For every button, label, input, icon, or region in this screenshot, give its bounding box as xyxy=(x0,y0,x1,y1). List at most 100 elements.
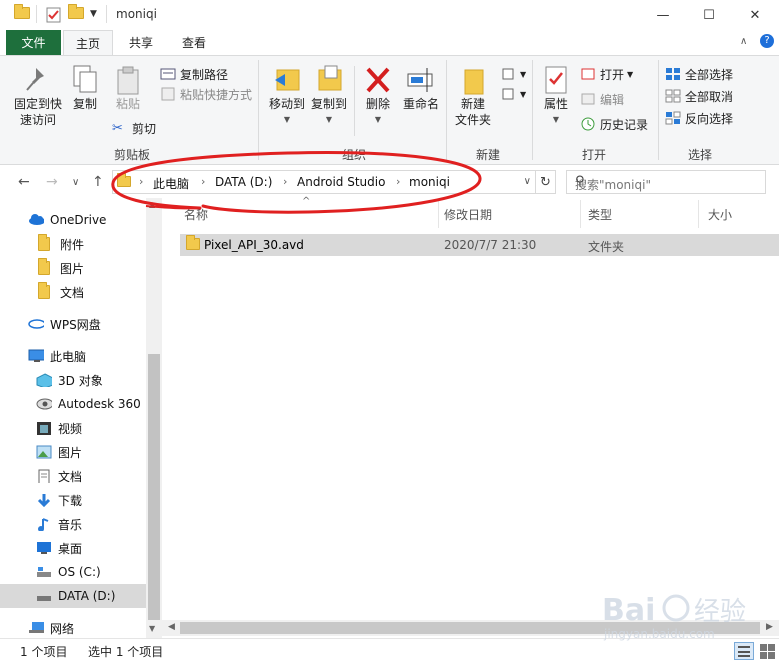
pin-quick-access-button[interactable]: 固定到快 速访问 xyxy=(10,64,66,128)
nav-label: 音乐 xyxy=(58,517,83,532)
breadcrumb-android-studio[interactable]: Android Studio xyxy=(297,175,385,189)
nav-item-drive-d[interactable]: DATA (D:) xyxy=(0,584,146,608)
cut-label: 剪切 xyxy=(132,121,157,136)
new-folder-icon xyxy=(464,69,484,95)
copy-label: 复制 xyxy=(72,97,97,111)
nav-label: 此电脑 xyxy=(50,349,87,364)
edit-button[interactable]: 编辑 xyxy=(580,89,624,109)
paste-label: 粘贴 xyxy=(115,97,140,111)
properties-label: 属性 xyxy=(543,97,568,111)
file-type: 文件夹 xyxy=(588,240,625,254)
ribbon-tabs: 文件 主页 共享 查看 ∧ ? xyxy=(0,30,779,55)
new-group-label: 新建 xyxy=(476,148,501,162)
column-divider[interactable] xyxy=(438,200,439,228)
column-header-size[interactable]: 大小 xyxy=(708,206,732,223)
select-all-icon xyxy=(666,68,680,80)
nav-label: 下载 xyxy=(58,493,83,508)
new-folder-button[interactable]: 新建 文件夹 xyxy=(452,64,494,128)
paste-button[interactable]: 粘贴 xyxy=(108,64,148,112)
quick-access-dropdown-icon[interactable]: ▼ xyxy=(90,9,106,23)
copy-button[interactable]: 复制 xyxy=(68,64,102,112)
breadcrumb-data-d[interactable]: DATA (D:) xyxy=(215,175,272,189)
close-button[interactable]: ✕ xyxy=(732,0,778,30)
address-bar[interactable]: › 此电脑 › DATA (D:) › Android Studio › mon… xyxy=(112,170,536,194)
scroll-down-arrow-icon[interactable]: ▼ xyxy=(149,624,155,633)
open-dropdown-icon: ▼ xyxy=(627,69,634,79)
scroll-left-arrow-icon[interactable]: ◀ xyxy=(168,622,175,632)
easy-access-dropdown-icon: ▼ xyxy=(520,89,527,99)
copy-to-label: 复制到 xyxy=(310,97,347,111)
cut-button[interactable]: ✂ 剪切 xyxy=(112,118,156,138)
copy-icon xyxy=(73,65,97,93)
easy-access-button[interactable]: ▼ xyxy=(500,84,526,104)
invert-selection-label: 反向选择 xyxy=(685,111,734,126)
up-arrow-icon[interactable]: ↑ xyxy=(92,174,104,190)
move-to-dropdown-icon: ▼ xyxy=(283,115,291,124)
large-icons-view-icon[interactable] xyxy=(758,642,776,660)
desktop-icon xyxy=(37,542,51,554)
tab-home[interactable]: 主页 xyxy=(63,30,113,55)
paste-shortcut-button[interactable]: 粘贴快捷方式 xyxy=(160,84,252,104)
maximize-button[interactable]: ☐ xyxy=(686,0,732,30)
nav-label: 附件 xyxy=(60,237,85,252)
rename-button[interactable]: 重命名 xyxy=(400,64,442,112)
history-button[interactable]: 历史记录 xyxy=(580,114,648,134)
select-all-label: 全部选择 xyxy=(685,67,734,82)
rename-label: 重命名 xyxy=(402,97,439,111)
table-row[interactable]: Pixel_API_30.avd 2020/7/7 21:30 文件夹 xyxy=(180,234,779,256)
forward-arrow-icon[interactable]: → xyxy=(46,174,58,190)
recent-locations-chevron-icon[interactable]: ∨ xyxy=(72,177,79,188)
search-input[interactable]: 搜索"moniqi" ⚲ xyxy=(566,170,766,194)
help-icon[interactable]: ? xyxy=(760,34,774,48)
select-none-icon xyxy=(665,89,681,103)
breadcrumb-moniqi[interactable]: moniqi xyxy=(409,175,450,189)
organize-group-label: 组织 xyxy=(342,148,367,162)
clipboard-group-label: 剪贴板 xyxy=(114,148,151,162)
horizontal-scrollbar-thumb[interactable] xyxy=(180,622,760,634)
copy-path-button[interactable]: 复制路径 xyxy=(160,64,228,84)
rename-icon xyxy=(407,68,433,92)
history-icon xyxy=(581,117,595,131)
move-to-button[interactable]: 移动到 ▼ xyxy=(266,64,308,128)
copy-to-dropdown-icon: ▼ xyxy=(325,115,333,124)
scroll-up-arrow-icon[interactable]: ▲ xyxy=(149,200,155,209)
column-header-type[interactable]: 类型 xyxy=(588,206,612,223)
film-icon xyxy=(37,422,51,435)
nav-scrollbar-thumb[interactable] xyxy=(148,354,160,620)
properties-button[interactable]: 属性 ▼ xyxy=(538,64,574,128)
group-separator xyxy=(258,60,259,160)
breadcrumb-this-pc[interactable]: 此电脑 xyxy=(153,175,189,192)
refresh-icon[interactable]: ↻ xyxy=(536,170,556,194)
tab-file[interactable]: 文件 xyxy=(6,30,61,55)
address-dropdown-icon[interactable]: ∨ xyxy=(524,176,531,187)
copy-to-button[interactable]: 复制到 ▼ xyxy=(308,64,350,128)
open-label: 打开 xyxy=(600,67,625,82)
column-divider[interactable] xyxy=(698,200,699,228)
new-folder-quick-icon[interactable] xyxy=(68,4,84,21)
back-arrow-icon[interactable]: ← xyxy=(18,174,30,190)
new-item-button[interactable]: ▼ xyxy=(500,64,526,84)
network-icon xyxy=(29,622,44,633)
scroll-right-arrow-icon[interactable]: ▶ xyxy=(766,622,773,632)
delete-button[interactable]: 删除 ▼ xyxy=(362,64,394,128)
properties-checkmark-icon[interactable] xyxy=(46,7,62,23)
nav-label: 文档 xyxy=(58,469,83,484)
open-button[interactable]: 打开 ▼ xyxy=(580,64,633,84)
column-header-modified[interactable]: 修改日期 xyxy=(444,206,492,223)
select-none-button[interactable]: 全部取消 xyxy=(665,86,733,106)
tab-view[interactable]: 查看 xyxy=(168,30,220,55)
tab-share[interactable]: 共享 xyxy=(114,30,168,55)
file-name: Pixel_API_30.avd xyxy=(204,238,304,252)
select-group-label: 选择 xyxy=(688,148,713,162)
collapse-ribbon-icon[interactable]: ∧ xyxy=(740,36,747,47)
column-header-name[interactable]: 名称 xyxy=(184,206,208,223)
document-icon xyxy=(38,469,50,483)
invert-selection-button[interactable]: 反向选择 xyxy=(665,108,733,128)
minimize-button[interactable]: — xyxy=(640,0,686,30)
select-all-button[interactable]: 全部选择 xyxy=(665,64,733,84)
details-view-icon[interactable] xyxy=(734,642,754,660)
window-title: moniqi xyxy=(116,7,157,21)
column-divider[interactable] xyxy=(580,200,581,228)
divider xyxy=(354,66,355,136)
nav-label: 图片 xyxy=(60,261,85,276)
